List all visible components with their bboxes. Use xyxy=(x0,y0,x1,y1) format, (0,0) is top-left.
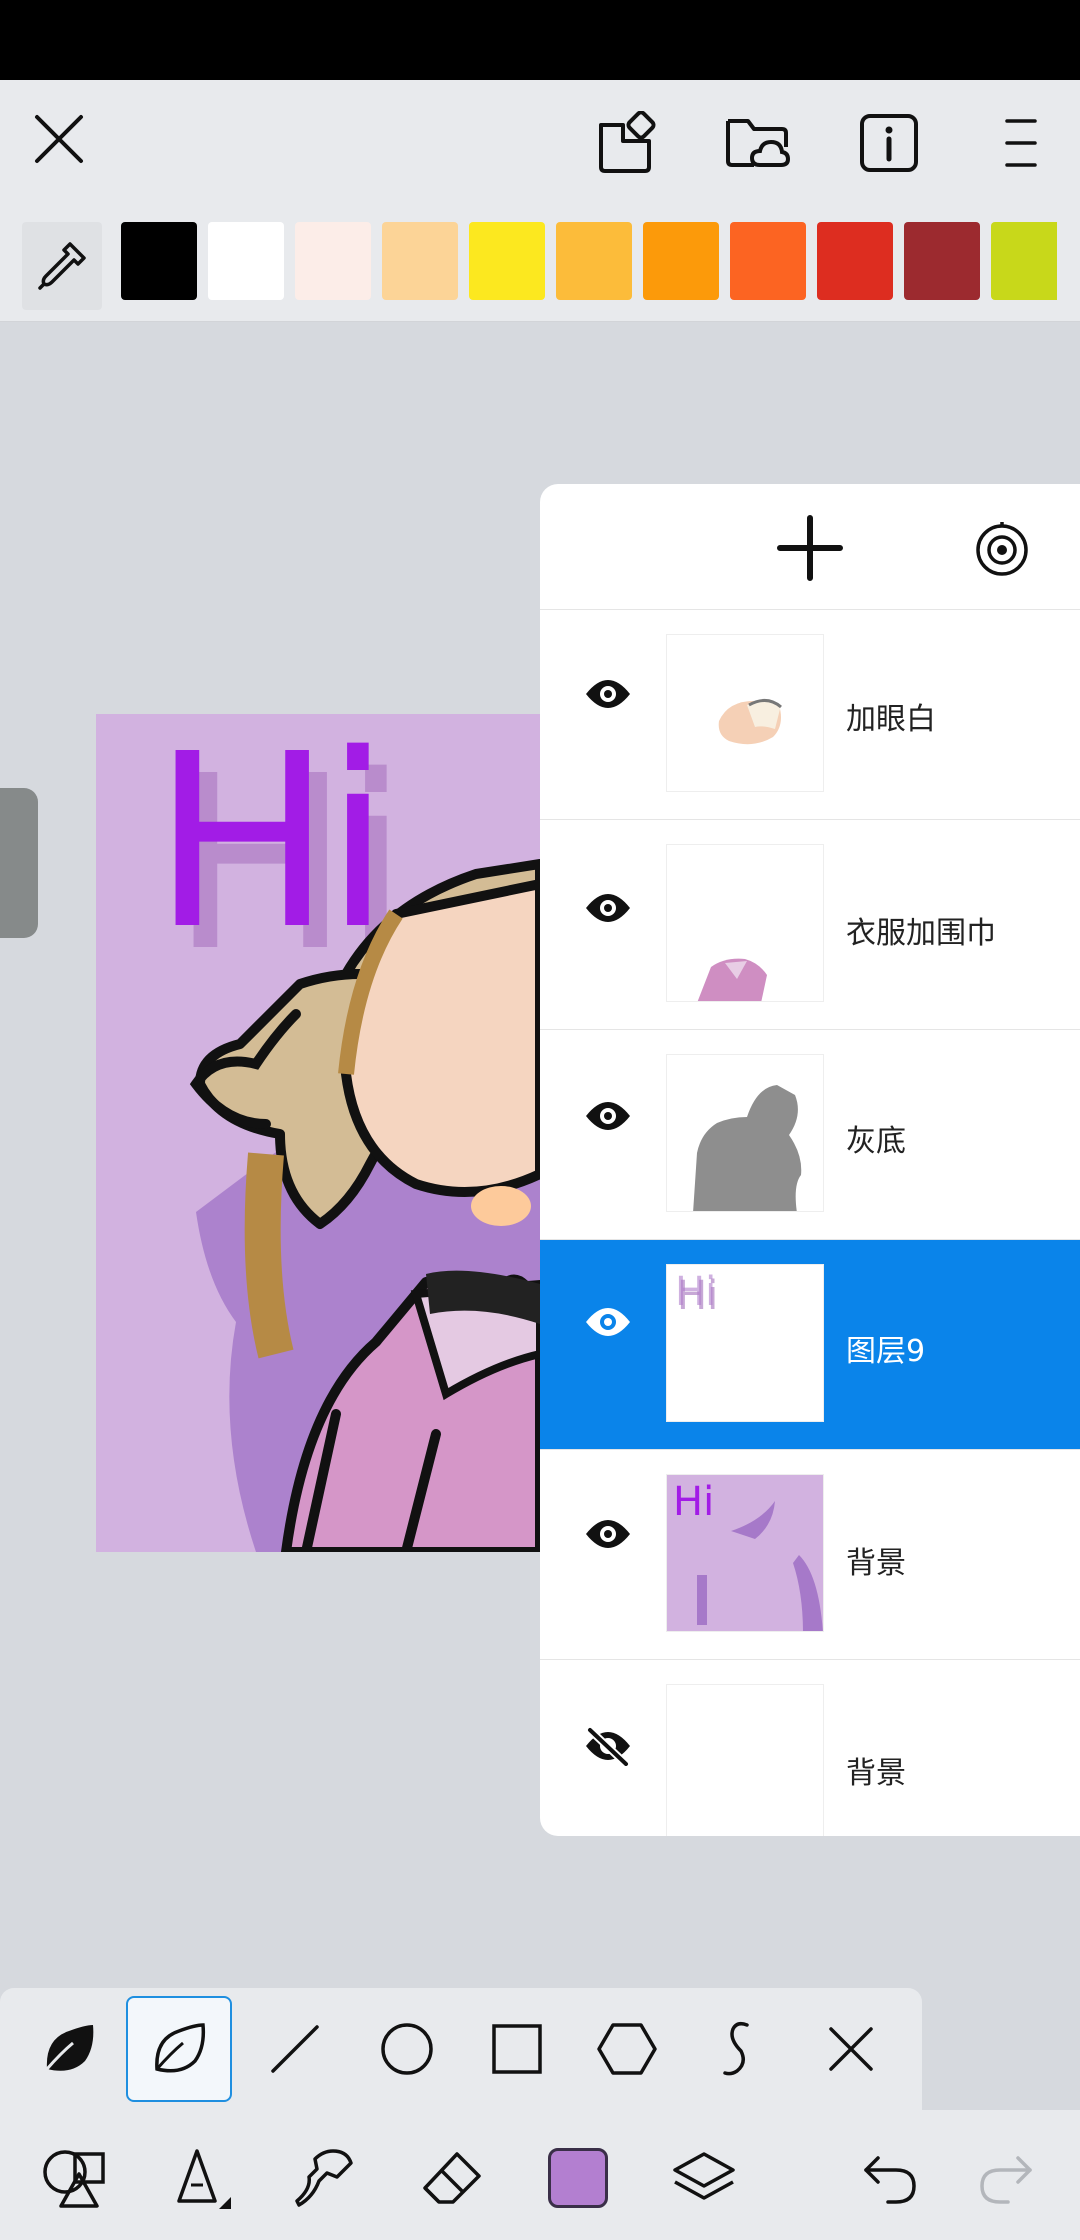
layer-name: 灰底 xyxy=(846,1124,906,1159)
svg-text:Hi: Hi xyxy=(675,1269,716,1315)
layers-header xyxy=(540,484,1080,610)
layers-panel: 加眼白 衣服加围巾 灰底 Hi Hi 图层9 Hi 背景 背景 xyxy=(540,484,1080,1836)
curve-icon[interactable] xyxy=(684,1996,790,2102)
shapes-icon[interactable] xyxy=(36,2140,112,2216)
eye-hidden-icon[interactable] xyxy=(580,1718,636,1774)
layer-settings-icon[interactable] xyxy=(972,518,1032,578)
color-swatch[interactable] xyxy=(295,222,371,300)
layer-row-selected[interactable]: Hi Hi 图层9 xyxy=(540,1240,1080,1450)
hexagon-icon[interactable] xyxy=(574,1996,680,2102)
line-icon[interactable] xyxy=(242,1996,348,2102)
layer-row[interactable]: 背景 xyxy=(540,1660,1080,1836)
bottom-toolbar xyxy=(0,2110,1080,2240)
redo-icon[interactable] xyxy=(968,2140,1044,2216)
color-swatch[interactable] xyxy=(817,222,893,300)
layer-row[interactable]: 衣服加围巾 xyxy=(540,820,1080,1030)
layers-icon[interactable] xyxy=(666,2140,742,2216)
color-swatch[interactable] xyxy=(469,222,545,300)
plus-icon[interactable] xyxy=(776,514,844,582)
layer-thumbnail xyxy=(666,634,824,792)
status-bar xyxy=(0,0,1080,80)
color-swatch[interactable] xyxy=(121,222,197,300)
rectangle-icon[interactable] xyxy=(464,1996,570,2102)
share-icon[interactable] xyxy=(588,106,662,180)
freehand-fill-icon[interactable] xyxy=(16,1996,122,2102)
color-icon[interactable] xyxy=(540,2140,616,2216)
shape-tool-strip xyxy=(0,1988,922,2110)
layer-row[interactable]: Hi 背景 xyxy=(540,1450,1080,1660)
color-swatch[interactable] xyxy=(991,222,1057,300)
smudge-icon[interactable] xyxy=(288,2140,364,2216)
layer-thumbnail: Hi xyxy=(666,1474,824,1632)
color-palette xyxy=(0,212,1080,322)
eye-icon[interactable] xyxy=(580,1294,636,1350)
undo-icon[interactable] xyxy=(852,2140,928,2216)
menu-icon[interactable] xyxy=(988,110,1054,176)
eye-icon[interactable] xyxy=(580,880,636,936)
color-swatch[interactable] xyxy=(730,222,806,300)
side-panel-handle[interactable] xyxy=(0,788,38,938)
info-icon[interactable] xyxy=(852,106,926,180)
close-icon[interactable] xyxy=(798,1996,904,2102)
layer-name: 图层9 xyxy=(846,1334,926,1369)
close-icon[interactable] xyxy=(24,104,94,174)
freehand-outline-icon[interactable] xyxy=(126,1996,232,2102)
character-drawing xyxy=(189,859,540,1552)
layer-thumbnail: Hi Hi xyxy=(666,1264,824,1422)
eyedropper-icon[interactable] xyxy=(22,222,102,310)
eye-icon[interactable] xyxy=(580,666,636,722)
svg-text:Hi: Hi xyxy=(673,1479,714,1525)
layer-name: 衣服加围巾 xyxy=(846,916,996,951)
layer-thumbnail xyxy=(666,844,824,1002)
eye-icon[interactable] xyxy=(580,1088,636,1144)
drawing-canvas[interactable]: Hi xyxy=(96,714,540,1552)
color-swatch[interactable] xyxy=(904,222,980,300)
eye-icon[interactable] xyxy=(580,1506,636,1562)
eraser-icon[interactable] xyxy=(414,2140,490,2216)
layer-name: 背景 xyxy=(846,1546,906,1581)
layer-name: 背景 xyxy=(846,1756,906,1791)
layer-row[interactable]: 灰底 xyxy=(540,1030,1080,1240)
layer-thumbnail xyxy=(666,1684,824,1836)
color-swatch[interactable] xyxy=(382,222,458,300)
color-swatch[interactable] xyxy=(556,222,632,300)
current-color-chip xyxy=(548,2148,608,2208)
color-swatch[interactable] xyxy=(208,222,284,300)
layer-name: 加眼白 xyxy=(846,702,936,737)
layer-thumbnail xyxy=(666,1054,824,1212)
color-swatch[interactable] xyxy=(643,222,719,300)
layer-row[interactable]: 加眼白 xyxy=(540,610,1080,820)
circle-icon[interactable] xyxy=(354,1996,460,2102)
pen-icon[interactable] xyxy=(164,2140,240,2216)
folder-cloud-icon[interactable] xyxy=(720,106,794,180)
